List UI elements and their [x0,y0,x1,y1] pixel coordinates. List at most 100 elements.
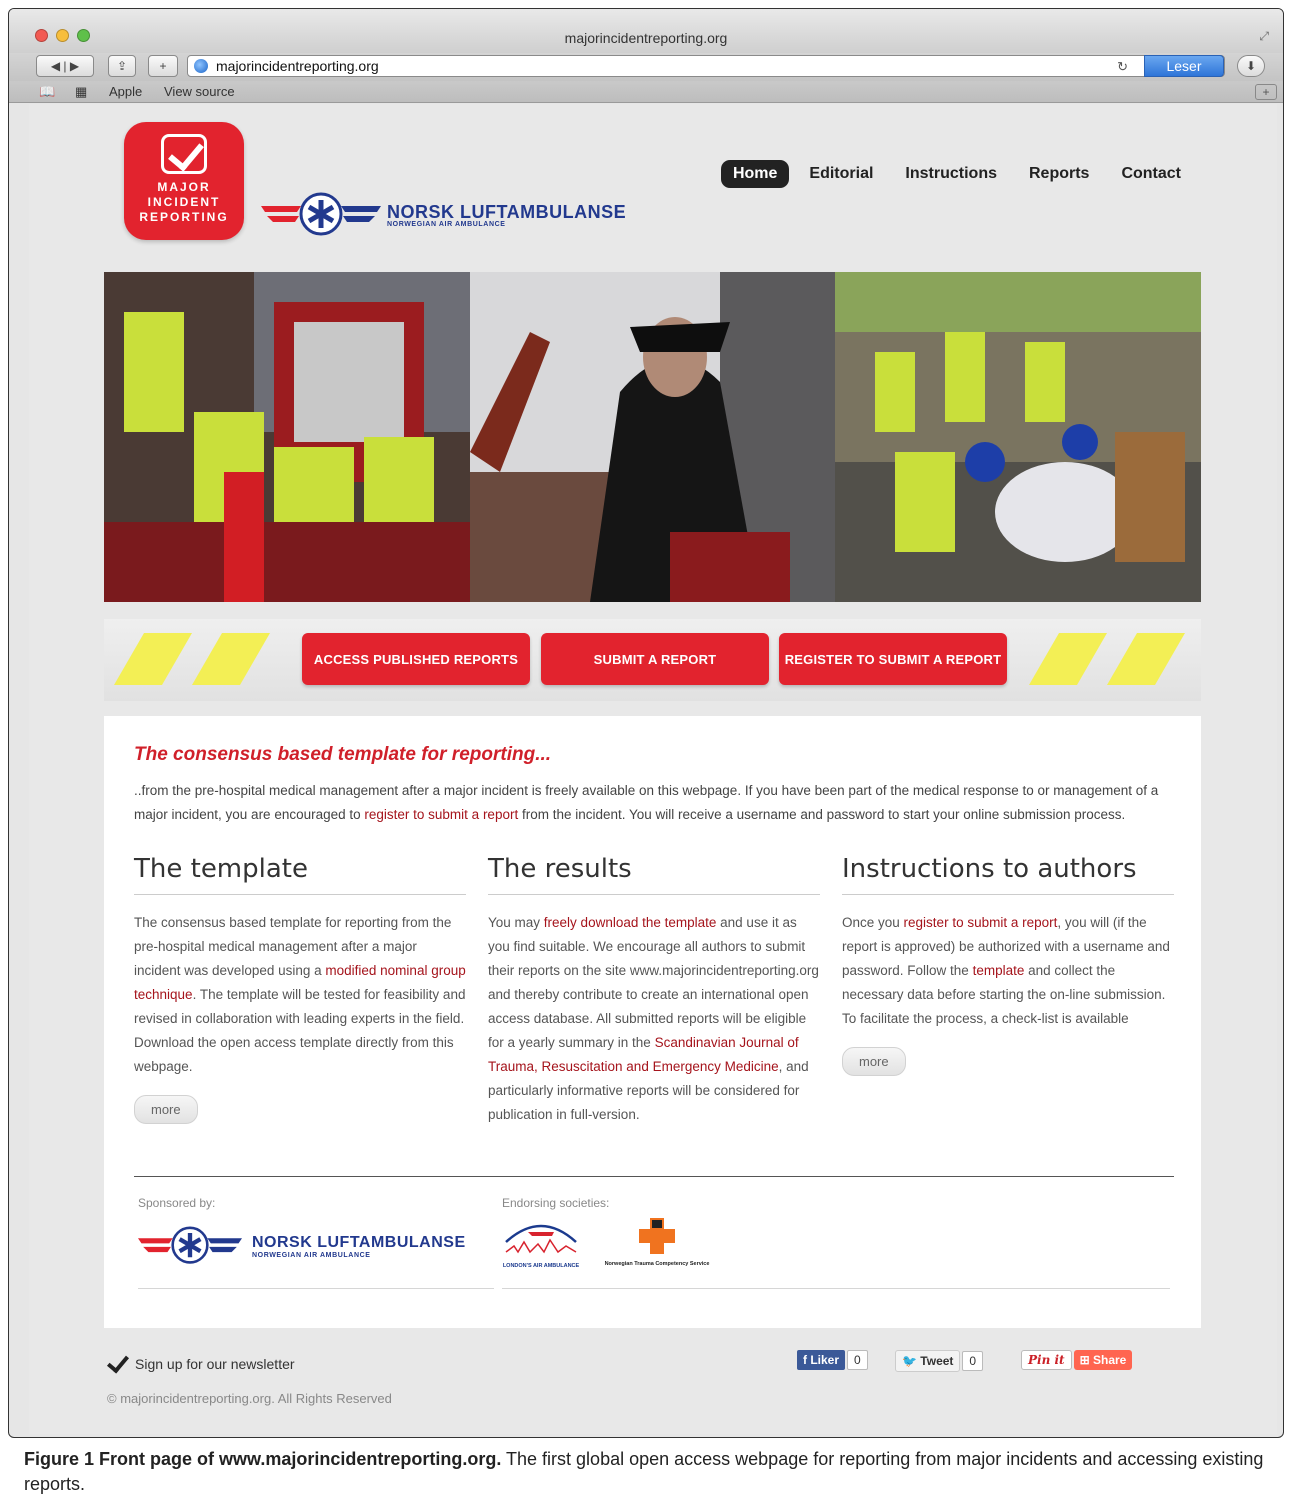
share-icon: ⇪ [116,59,128,73]
template-link[interactable]: template [973,963,1025,978]
reading-list-icon[interactable]: 📖 [39,84,55,100]
helicopter-skyline-icon [505,1224,577,1254]
sponsor-subtitle: NORWEGIAN AIR AMBULANCE [252,1251,371,1259]
globe-icon [194,59,208,73]
facebook-count: 0 [847,1350,868,1370]
society-2-name: Norwegian Trauma Competency Service [604,1261,710,1267]
nav-editorial[interactable]: Editorial [797,160,885,188]
hero-photo-police [469,272,836,602]
figure-caption: Figure 1 Front page of www.majorincident… [24,1447,1274,1497]
tweet-count: 0 [962,1351,984,1371]
reload-icon[interactable]: ↻ [1117,59,1128,75]
plus-icon: + [159,59,167,73]
copyright: © majorincidentreporting.org. All Rights… [107,1391,392,1406]
new-tab-button[interactable]: + [148,55,178,77]
facebook-like[interactable]: f Liker 0 [797,1350,868,1370]
trauma-service-logo[interactable]: Norwegian Trauma Competency Service [590,1216,724,1267]
caption-bold: Figure 1 Front page of www.majorincident… [24,1449,502,1469]
register-button[interactable]: REGISTER TO SUBMIT A REPORT [779,633,1007,685]
facebook-icon: f [803,1353,807,1367]
london-air-ambulance-logo[interactable]: LONDON'S AIR AMBULANCE [502,1218,580,1269]
results-text: You may freely download the template and… [488,915,819,1122]
browser-window: majorincidentreporting.org ⤢ ◀ | ▶ ⇪ + m… [8,8,1284,1438]
register-link-2[interactable]: register to submit a report [904,915,1058,930]
address-bar[interactable]: majorincidentreporting.org ↻ Leser [187,55,1225,77]
hero-photo-strip [104,272,1202,602]
back-icon[interactable]: ◀ [51,59,60,73]
sponsored-label: Sponsored by: [138,1196,216,1210]
sponsor-name: NORSK LUFTAMBULANSE [252,1233,466,1251]
instructions-heading: Instructions to authors [842,854,1174,895]
back-forward-buttons[interactable]: ◀ | ▶ [36,55,94,77]
nla-name: NORSK LUFTAMBULANSE [387,201,627,222]
instructions-more-button[interactable]: more [842,1047,906,1076]
access-reports-button[interactable]: ACCESS PUBLISHED REPORTS [302,633,530,685]
endorsing-underline [502,1288,1170,1289]
pinterest-share[interactable]: Pin it ⊞ Share [1021,1350,1133,1370]
window-title: majorincidentreporting.org [564,30,728,46]
hero-photo-rescuers [835,272,1202,602]
mir-logo-text: MAJOR INCIDENT REPORTING [139,180,229,224]
check-icon[interactable] [107,1354,127,1374]
newsletter-signup[interactable]: Sign up for our newsletter [107,1354,295,1374]
nav-reports[interactable]: Reports [1017,160,1101,188]
main-content: The consensus based template for reporti… [104,716,1201,1328]
fullscreen-icon[interactable]: ⤢ [1259,29,1269,44]
pin-it-button[interactable]: Pin it [1021,1350,1072,1370]
intro-text: ..from the pre-hospital medical manageme… [134,783,1159,822]
share-button[interactable]: ⇪ [108,55,136,77]
top-sites-icon[interactable]: ▦ [75,84,87,100]
plus-box-icon: ⊞ [1079,1353,1090,1367]
main-nav: Home Editorial Instructions Reports Cont… [720,160,1193,188]
orange-cross-icon [639,1218,675,1254]
bookmark-apple[interactable]: Apple [109,84,142,99]
hazard-stripes-left [114,633,270,685]
tweet-widget[interactable]: 🐦 Tweet 0 [895,1350,984,1372]
share-button-social[interactable]: ⊞ Share [1073,1350,1133,1370]
newsletter-label[interactable]: Sign up for our newsletter [135,1356,295,1372]
url-text[interactable]: majorincidentreporting.org [216,58,379,74]
add-bookmark-icon[interactable]: + [1255,84,1277,100]
hazard-stripes-right [1029,633,1185,685]
download-template-link[interactable]: freely download the template [544,915,717,930]
results-column: The results You may freely download the … [488,854,820,1127]
downloads-button[interactable]: ⬇ [1237,55,1265,77]
register-link[interactable]: register to submit a report [364,807,518,822]
checkmark-icon [161,134,207,174]
cta-band: ACCESS PUBLISHED REPORTS SUBMIT A REPORT… [104,619,1201,701]
bookmarks-bar: 📖 ▦ Apple View source + [9,81,1283,103]
instructions-text: Once you register to submit a report, yo… [842,915,1170,1026]
air-ambulance-wings-icon [138,1226,242,1264]
template-more-button[interactable]: more [134,1095,198,1124]
web-page: MAJOR INCIDENT REPORTING NORSK LUFTAMBUL… [29,104,1277,1434]
template-column: The template The consensus based templat… [134,854,466,1124]
nav-home[interactable]: Home [720,160,790,188]
facebook-like-button[interactable]: f Liker [797,1350,846,1370]
mir-logo[interactable]: MAJOR INCIDENT REPORTING [124,122,244,240]
intro-title: The consensus based template for reporti… [134,744,552,765]
nla-subtitle: NORWEGIAN AIR AMBULANCE [387,220,506,228]
tweet-button[interactable]: 🐦 Tweet [895,1350,961,1372]
sponsor-nla-logo[interactable]: NORSK LUFTAMBULANSE NORWEGIAN AIR AMBULA… [138,1224,466,1268]
nla-logo[interactable]: NORSK LUFTAMBULANSE NORWEGIAN AIR AMBULA… [261,190,626,240]
submit-report-button[interactable]: SUBMIT A REPORT [541,633,769,685]
hero-photo-firefighters [104,272,470,602]
instructions-column: Instructions to authors Once you registe… [842,854,1174,1076]
air-ambulance-wings-icon [261,192,381,236]
reader-button[interactable]: Leser [1144,55,1224,77]
society-1-name: LONDON'S AIR AMBULANCE [502,1263,580,1269]
template-text: The consensus based template for reporti… [134,915,466,1074]
twitter-icon: 🐦 [902,1354,917,1368]
nav-instructions[interactable]: Instructions [893,160,1009,188]
download-icon: ⬇ [1245,59,1257,73]
results-heading: The results [488,854,820,895]
sponsor-underline [138,1288,494,1289]
title-bar: majorincidentreporting.org ⤢ [9,9,1283,53]
browser-toolbar: ◀ | ▶ ⇪ + majorincidentreporting.org ↻ L… [9,53,1283,81]
template-heading: The template [134,854,466,895]
endorsing-label: Endorsing societies: [502,1196,610,1210]
forward-icon[interactable]: ▶ [70,59,79,73]
content-divider [134,1176,1174,1177]
nav-contact[interactable]: Contact [1109,160,1193,188]
bookmark-view-source[interactable]: View source [164,84,235,99]
